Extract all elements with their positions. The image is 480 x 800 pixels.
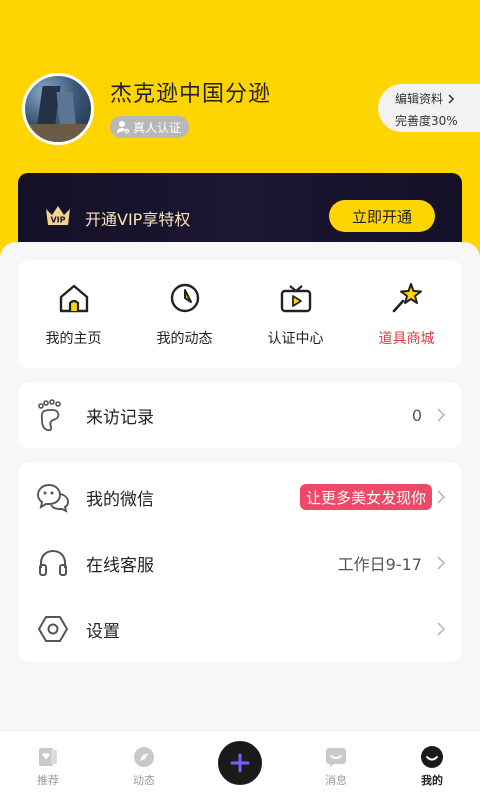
chevron-right-icon	[437, 622, 446, 636]
completeness-label: 完善度30%	[395, 114, 458, 128]
tv-play-icon	[280, 285, 311, 313]
service-hours: 工作日9-17	[337, 555, 422, 574]
verify-badge[interactable]: 真人认证	[110, 116, 190, 138]
magic-wand-star-icon	[392, 283, 422, 313]
visits-label: 来访记录	[86, 407, 154, 428]
chat-bubbles-icon	[37, 484, 69, 513]
post-button[interactable]	[218, 741, 262, 785]
quick-action-shop[interactable]: 道具商城	[351, 260, 462, 368]
wechat-row[interactable]: 我的微信 让更多美女发现你	[18, 464, 462, 530]
compass-icon	[134, 747, 154, 767]
settings-label: 设置	[86, 621, 120, 642]
tab-label: 动态	[133, 774, 155, 787]
svg-text:VIP: VIP	[50, 216, 65, 225]
tab-moments[interactable]: 动态	[96, 731, 192, 800]
chevron-right-icon	[437, 490, 446, 504]
tab-mine[interactable]: 我的	[384, 731, 480, 800]
vip-open-button[interactable]: 立即开通	[329, 200, 435, 232]
quick-action-label: 道具商城	[378, 331, 435, 347]
quick-action-homepage[interactable]: 我的主页	[18, 260, 129, 368]
settings-row[interactable]: 设置	[18, 596, 462, 662]
avatar[interactable]	[22, 73, 94, 145]
vip-crown-icon: VIP	[46, 206, 70, 225]
plus-icon	[230, 753, 250, 773]
chevron-right-icon	[448, 93, 455, 104]
footprint-icon	[38, 399, 61, 432]
quick-actions: 我的主页 我的动态 认证中心 道具商城	[18, 260, 462, 368]
clock-icon	[170, 283, 199, 313]
hexagon-gear-icon	[38, 616, 68, 642]
wechat-label: 我的微信	[86, 489, 154, 510]
chevron-right-icon	[437, 408, 446, 422]
edit-profile-label: 编辑资料	[395, 92, 444, 106]
home-icon	[59, 284, 88, 313]
headphones-icon	[39, 549, 67, 576]
edit-profile-button[interactable]: 编辑资料 完善度30%	[378, 84, 480, 132]
wechat-promo-tag: 让更多美女发现你	[299, 484, 432, 510]
vip-text: 开通VIP享特权	[85, 210, 191, 229]
tab-messages[interactable]: 消息	[288, 731, 384, 800]
verified-user-icon	[117, 121, 130, 134]
quick-action-verification[interactable]: 认证中心	[240, 260, 351, 368]
tab-label: 推荐	[37, 774, 59, 787]
quick-action-label: 我的主页	[45, 331, 102, 347]
message-icon	[326, 748, 346, 767]
customer-service-label: 在线客服	[86, 555, 154, 576]
username: 杰克逊中国分逊	[110, 82, 272, 107]
visits-count: 0	[411, 405, 422, 425]
visits-row[interactable]: 来访记录 0	[18, 382, 462, 448]
bottom-tab-bar: 推荐 动态 消息 我的	[0, 730, 480, 800]
tab-label: 消息	[325, 774, 347, 787]
cards-icon	[39, 748, 57, 766]
settings-card: 我的微信 让更多美女发现你 在线客服 工作日9-17 设置	[18, 462, 462, 662]
verify-label: 真人认证	[133, 120, 182, 135]
visits-card: 来访记录 0	[18, 382, 462, 448]
smile-icon	[421, 746, 443, 768]
quick-action-label: 我的动态	[156, 331, 213, 347]
tab-label: 我的	[421, 774, 443, 787]
chevron-right-icon	[437, 556, 446, 570]
quick-action-label: 认证中心	[267, 331, 324, 347]
quick-action-moments[interactable]: 我的动态	[129, 260, 240, 368]
customer-service-row[interactable]: 在线客服 工作日9-17	[18, 530, 462, 596]
tab-post[interactable]	[192, 731, 288, 800]
tab-recommend[interactable]: 推荐	[0, 731, 96, 800]
